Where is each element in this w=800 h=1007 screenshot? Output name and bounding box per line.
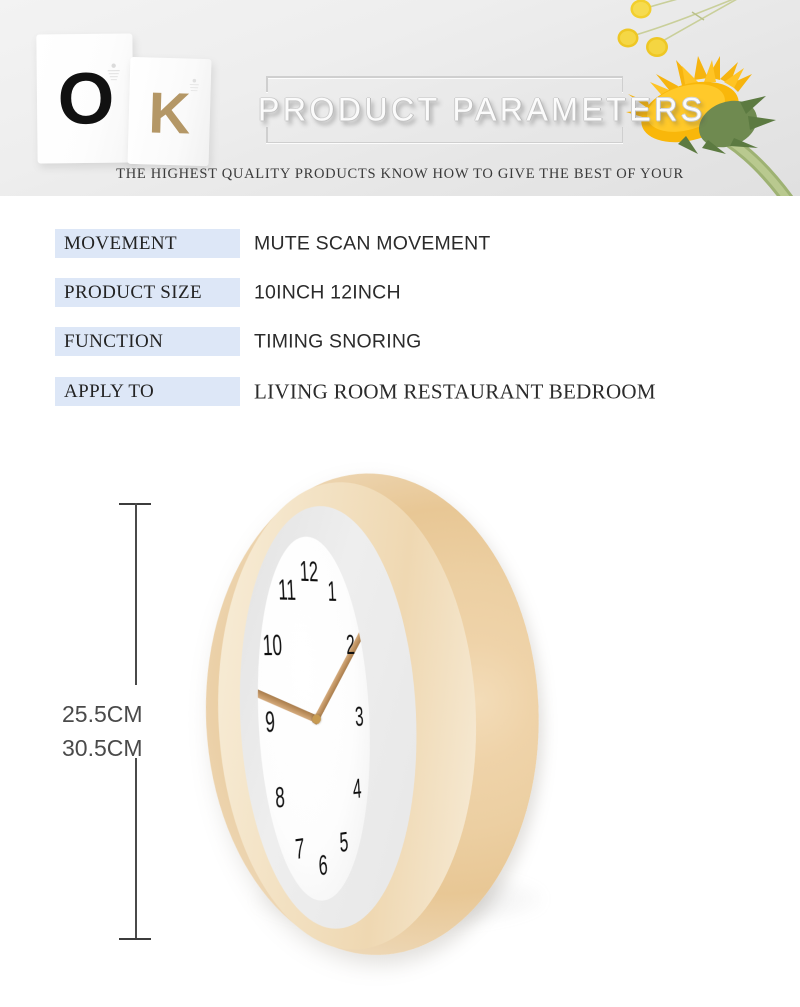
header-banner: O K PRODUCT PARAMETERS THE HIGHEST QUALI…	[0, 0, 800, 196]
frame-corner-top-right	[621, 76, 623, 92]
clock-numeral-9: 9	[264, 705, 276, 739]
spec-value-text: MUTE SCAN MOVEMENT	[254, 232, 491, 254]
clock-numeral-8: 8	[274, 780, 286, 814]
clock-numeral-2: 2	[345, 629, 356, 661]
dimension-labels: 25.5CM 30.5CM	[62, 697, 212, 765]
clock-numeral-6: 6	[318, 848, 329, 882]
spec-value-text: LIVING ROOM RESTAURANT BEDROOM	[254, 379, 656, 403]
card-emblem-icon	[107, 63, 120, 81]
spec-value-text: 10INCH 12INCH	[254, 281, 401, 303]
letter-card-k: K	[127, 56, 212, 167]
frame-corner-bottom-left	[266, 127, 268, 143]
dimension-value-2: 30.5CM	[62, 735, 143, 761]
dimension-line-lower	[135, 758, 137, 939]
clock-numeral-3: 3	[354, 700, 365, 733]
spec-label-cell: FUNCTION	[55, 327, 240, 356]
clock-ring: 12 1 2 3 4 5 6 7 8 9 10 11	[228, 497, 425, 948]
spec-label-text: APPLY TO	[64, 380, 155, 402]
clock-numeral-12: 12	[299, 554, 319, 588]
clock-numeral-11: 11	[277, 573, 297, 607]
spec-label-cell: MOVEMENT	[55, 229, 240, 258]
clock-numeral-4: 4	[352, 772, 363, 805]
spec-label-text: FUNCTION	[64, 330, 164, 352]
clock-numeral-7: 7	[294, 832, 306, 866]
spec-label-text: MOVEMENT	[64, 232, 177, 254]
product-image-wall-clock: 12 1 2 3 4 5 6 7 8 9 10 11	[192, 451, 586, 997]
frame-corner-bottom-right	[621, 127, 623, 143]
spec-label-cell: PRODUCT SIZE	[55, 278, 240, 307]
clock-inner-bevel: 12 1 2 3 4 5 6 7 8 9 10 11	[205, 466, 485, 980]
spec-value-text: TIMING SNORING	[254, 330, 422, 352]
frame-corner-top-left	[266, 76, 268, 92]
page-title: PRODUCT PARAMETERS	[258, 91, 706, 127]
spec-label-cell: APPLY TO	[55, 377, 240, 406]
frame-line-bottom	[266, 141, 623, 143]
spec-label-text: PRODUCT SIZE	[64, 281, 202, 303]
frame-line-top	[266, 76, 623, 78]
dimension-value-1: 25.5CM	[62, 701, 143, 727]
title-frame: PRODUCT PARAMETERS	[258, 76, 702, 143]
clock-numeral-10: 10	[262, 629, 284, 663]
dimension-line-upper	[135, 503, 137, 685]
clock-face: 12 1 2 3 4 5 6 7 8 9 10 11	[249, 532, 378, 911]
letter-card-o: O	[36, 33, 134, 164]
clock-hour-hand	[249, 685, 322, 725]
dimension-cap-bottom	[119, 938, 151, 940]
clock-numeral-1: 1	[327, 575, 338, 608]
clock-numeral-5: 5	[339, 826, 350, 859]
page-subtitle: THE HIGHEST QUALITY PRODUCTS KNOW HOW TO…	[116, 166, 684, 182]
card-emblem-icon	[189, 78, 199, 92]
